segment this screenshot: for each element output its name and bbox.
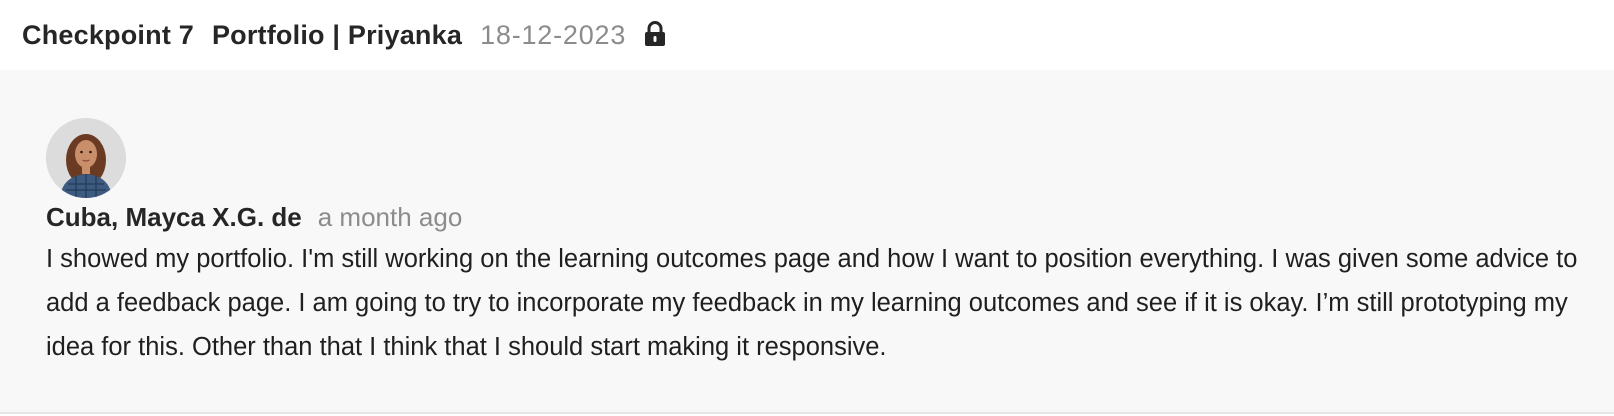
user-avatar[interactable] <box>46 118 126 198</box>
checkpoint-label: Checkpoint 7 <box>22 19 194 50</box>
checkpoint-header: Checkpoint 7 Portfolio | Priyanka 18-12-… <box>0 0 1614 70</box>
comment-author: Cuba, Mayca X.G. de <box>46 201 302 232</box>
checkpoint-title: Portfolio | Priyanka <box>211 19 463 50</box>
feedback-item: Cuba, Mayca X.G. de a month ago I showed… <box>0 70 1614 414</box>
checkpoint-date: 18-12-2023 <box>480 19 627 50</box>
lock-icon <box>644 21 666 47</box>
comment-text: I showed my portfolio. I'm still working… <box>46 245 1578 361</box>
comment-timestamp: a month ago <box>317 201 463 232</box>
author-line: Cuba, Mayca X.G. de a month ago <box>46 197 462 237</box>
